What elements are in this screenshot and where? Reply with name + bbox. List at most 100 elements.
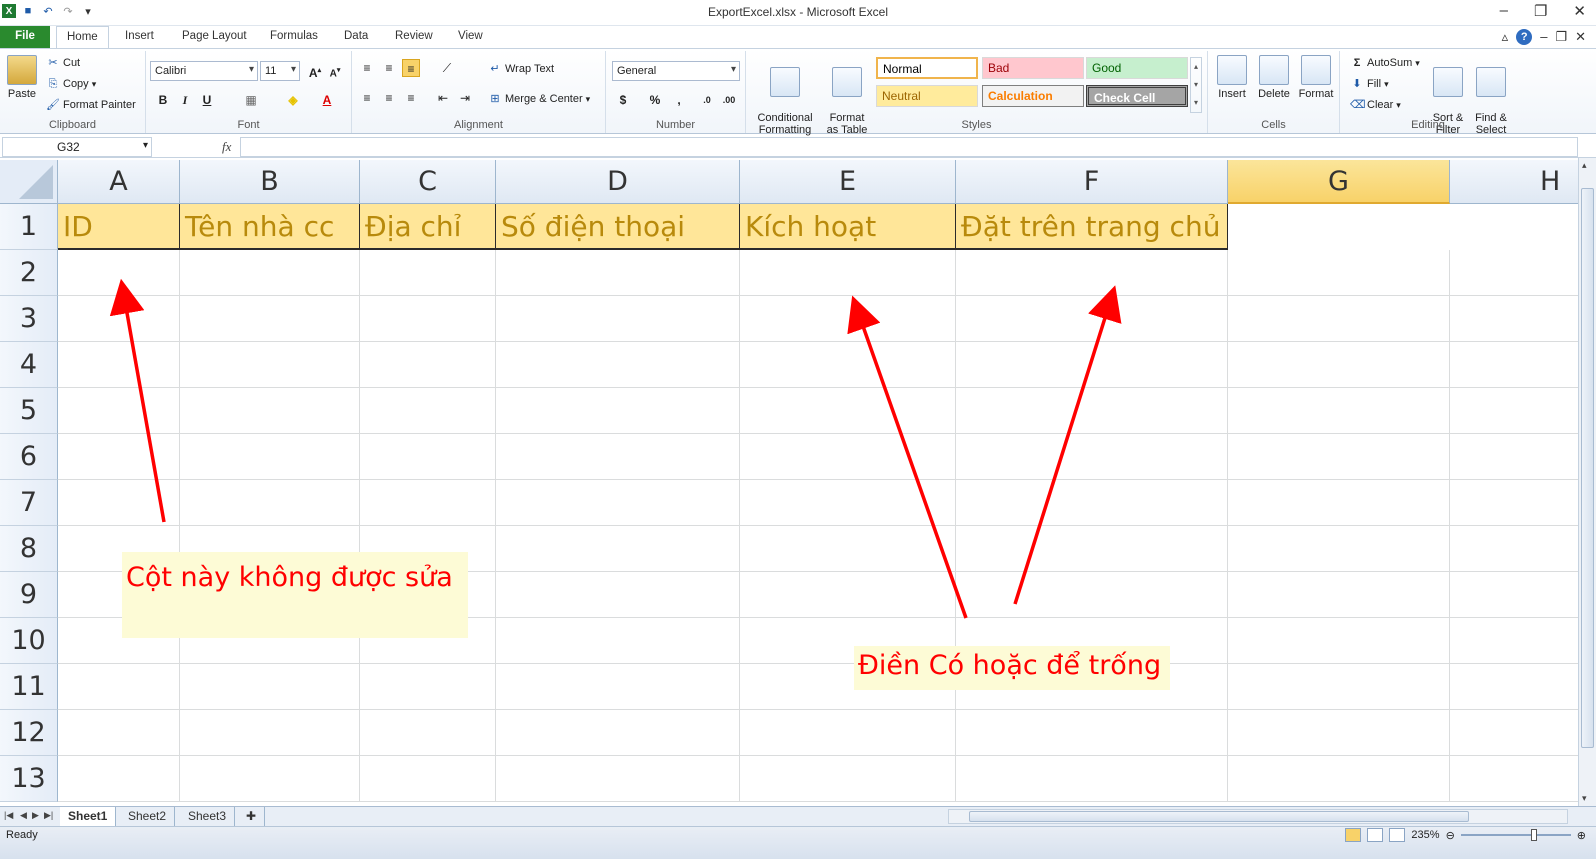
fill-down-icon: ⬇	[1352, 78, 1362, 90]
format-cells-icon	[1301, 55, 1331, 85]
style-bad[interactable]: Bad	[982, 57, 1084, 79]
zoom-slider[interactable]	[1460, 829, 1571, 841]
italic-button[interactable]: I	[176, 91, 194, 109]
last-sheet-icon[interactable]: ▶|	[44, 810, 53, 821]
insert-cells-button[interactable]: Insert	[1212, 55, 1252, 100]
formula-bar: G32 fx	[0, 136, 1596, 158]
window-controls: – ❐ ✕	[1500, 2, 1586, 20]
sheet-tab-2[interactable]: Sheet2	[120, 807, 176, 826]
delete-cells-button[interactable]: Delete	[1254, 55, 1294, 100]
fill-color-icon[interactable]: ◈	[284, 91, 302, 109]
font-label: Font	[237, 119, 260, 131]
scroll-down-icon[interactable]: ▾	[1582, 793, 1587, 804]
align-center-icon[interactable]: ≡	[380, 89, 398, 107]
close-icon[interactable]: ✕	[1573, 2, 1586, 20]
style-calculation[interactable]: Calculation	[982, 85, 1084, 107]
zoom-in-icon[interactable]: ⊕	[1577, 829, 1586, 842]
restore-icon[interactable]: ❐	[1534, 2, 1547, 20]
orientation-icon[interactable]: ⟋	[438, 59, 456, 77]
vertical-scroll-thumb[interactable]	[1581, 188, 1594, 748]
align-left-icon[interactable]: ≡	[358, 89, 376, 107]
vertical-scrollbar[interactable]: ▴ ▾	[1578, 158, 1596, 806]
scroll-up-icon[interactable]: ▴	[1582, 160, 1587, 171]
autosum-button[interactable]: Σ AutoSum ▾	[1350, 56, 1420, 70]
minimize-ribbon-icon[interactable]: ▵	[1502, 29, 1509, 45]
format-cells-button[interactable]: Format	[1296, 55, 1336, 100]
decrease-decimal-icon[interactable]: .00	[720, 91, 738, 109]
zoom-slider-knob[interactable]	[1530, 829, 1537, 841]
number-format-combo[interactable]: General	[612, 61, 740, 81]
align-right-icon[interactable]: ≡	[402, 89, 420, 107]
style-good[interactable]: Good	[1086, 57, 1188, 79]
fill-button[interactable]: ⬇ Fill ▾	[1350, 77, 1388, 91]
copy-button[interactable]: ⎘ Copy ▾	[46, 77, 97, 91]
horizontal-scrollbar[interactable]	[948, 809, 1568, 824]
style-normal[interactable]: Normal	[876, 57, 978, 79]
align-bottom-icon[interactable]: ≡	[402, 59, 420, 77]
prev-sheet-icon[interactable]: ◀	[20, 810, 27, 821]
font-name-combo[interactable]: Calibri	[150, 61, 258, 81]
increase-decimal-icon[interactable]: .0	[698, 91, 716, 109]
decrease-indent-icon[interactable]: ⇤	[434, 89, 452, 107]
zoom-level[interactable]: 235%	[1411, 829, 1439, 841]
formula-input[interactable]	[240, 137, 1578, 157]
help-icon[interactable]: ?	[1516, 29, 1533, 45]
workbook-restore-icon[interactable]: ❐	[1555, 29, 1567, 45]
window-title: ExportExcel.xlsx - Microsoft Excel	[707, 5, 889, 19]
workbook-minimize-icon[interactable]: –	[1540, 29, 1547, 45]
currency-button[interactable]: $	[614, 91, 632, 109]
font-size-combo[interactable]: 11	[260, 61, 300, 81]
merge-center-button[interactable]: ⊞ Merge & Center ▾	[488, 92, 590, 106]
wrap-text-button[interactable]: ↵ Wrap Text	[488, 62, 554, 76]
page-layout-view-icon[interactable]	[1367, 828, 1384, 842]
normal-view-icon[interactable]	[1345, 828, 1362, 842]
tab-home[interactable]: Home	[56, 26, 109, 49]
borders-icon[interactable]: ▦	[242, 91, 260, 109]
tab-data[interactable]: Data	[334, 28, 378, 44]
shrink-font-button[interactable]: A▾	[326, 62, 344, 80]
tab-review[interactable]: Review	[385, 28, 443, 44]
clear-button[interactable]: ⌫ Clear ▾	[1350, 98, 1401, 112]
ribbon-right-icons: ▵ ? – ❐ ✕	[1502, 29, 1586, 45]
cut-button[interactable]: ✂ Cut	[46, 56, 80, 70]
number-label: Number	[655, 119, 696, 131]
tab-formulas[interactable]: Formulas	[260, 28, 328, 44]
format-painter-button[interactable]: 🖌 Format Painter	[46, 98, 136, 112]
tab-view[interactable]: View	[448, 28, 493, 44]
grow-font-button[interactable]: A▴	[306, 62, 324, 80]
tab-file[interactable]: File	[0, 26, 50, 48]
insert-function-icon[interactable]: fx	[222, 139, 231, 155]
tab-page-layout[interactable]: Page Layout	[172, 28, 257, 44]
editing-label: Editing	[1411, 119, 1445, 131]
sheet-tab-3[interactable]: Sheet3	[180, 807, 236, 826]
page-break-view-icon[interactable]	[1389, 828, 1406, 842]
align-middle-icon[interactable]: ≡	[380, 59, 398, 77]
increase-indent-icon[interactable]: ⇥	[456, 89, 474, 107]
clipboard-label: Clipboard	[48, 119, 97, 131]
paste-button[interactable]: Paste	[4, 55, 40, 100]
underline-button[interactable]: U	[198, 91, 216, 109]
sort-filter-icon	[1433, 67, 1463, 97]
name-box[interactable]: G32	[2, 137, 152, 157]
style-check-cell[interactable]: Check Cell	[1086, 85, 1188, 107]
horizontal-scroll-thumb[interactable]	[969, 811, 1469, 822]
tab-insert[interactable]: Insert	[115, 28, 164, 44]
sheet-tab-1[interactable]: Sheet1	[60, 807, 117, 826]
styles-gallery-scroll[interactable]: ▴ ▾ ▾	[1190, 57, 1202, 113]
eraser-icon: ⌫	[1350, 99, 1366, 111]
align-top-icon[interactable]: ≡	[358, 59, 376, 77]
font-color-icon[interactable]: A	[318, 91, 336, 109]
arrow-to-column-f	[1013, 285, 1122, 605]
bold-button[interactable]: B	[154, 91, 172, 109]
workbook-close-icon[interactable]: ✕	[1575, 29, 1586, 45]
first-sheet-icon[interactable]: |◀	[4, 810, 13, 821]
style-neutral[interactable]: Neutral	[876, 85, 978, 107]
insert-sheet-icon[interactable]: ✚	[238, 807, 266, 826]
clipboard-group: Paste ✂ Cut ⎘ Copy ▾ 🖌 Format Painter Clipbo…	[0, 51, 146, 133]
comma-button[interactable]: ,	[670, 91, 688, 109]
title-bar: X ■ ↶ ↷ ▾ ExportExcel.xlsx - Microsoft E…	[0, 0, 1596, 26]
next-sheet-icon[interactable]: ▶	[32, 810, 39, 821]
zoom-out-icon[interactable]: ⊖	[1446, 829, 1455, 842]
percent-button[interactable]: %	[646, 91, 664, 109]
minimize-icon[interactable]: –	[1500, 2, 1508, 20]
